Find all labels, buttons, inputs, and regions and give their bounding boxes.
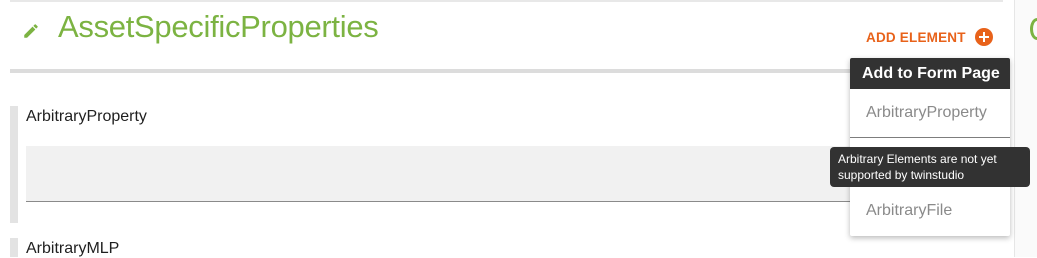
top-border <box>10 0 1003 2</box>
tooltip: Arbitrary Elements are not yet supported… <box>830 147 1030 187</box>
property-row-indicator <box>10 238 18 257</box>
property-value-field[interactable] <box>26 146 856 202</box>
section-title: AssetSpecificProperties <box>58 9 379 44</box>
plus-circle-icon <box>974 28 993 46</box>
dropdown-item-arbitrary-file[interactable]: ArbitraryFile <box>866 202 952 220</box>
dropdown-item-arbitrary-property[interactable]: ArbitraryProperty <box>866 104 987 122</box>
dropdown-header: Add to Form Page <box>850 58 1010 89</box>
pencil-icon[interactable] <box>22 22 40 40</box>
property-label: ArbitraryMLP <box>26 240 120 257</box>
property-row-indicator <box>10 106 18 223</box>
status-ring-icon <box>1030 18 1037 40</box>
add-element-button[interactable]: ADD ELEMENT <box>866 28 993 46</box>
add-element-label: ADD ELEMENT <box>866 29 966 45</box>
dropdown-divider <box>850 137 1010 138</box>
property-label: ArbitraryProperty <box>26 108 147 125</box>
